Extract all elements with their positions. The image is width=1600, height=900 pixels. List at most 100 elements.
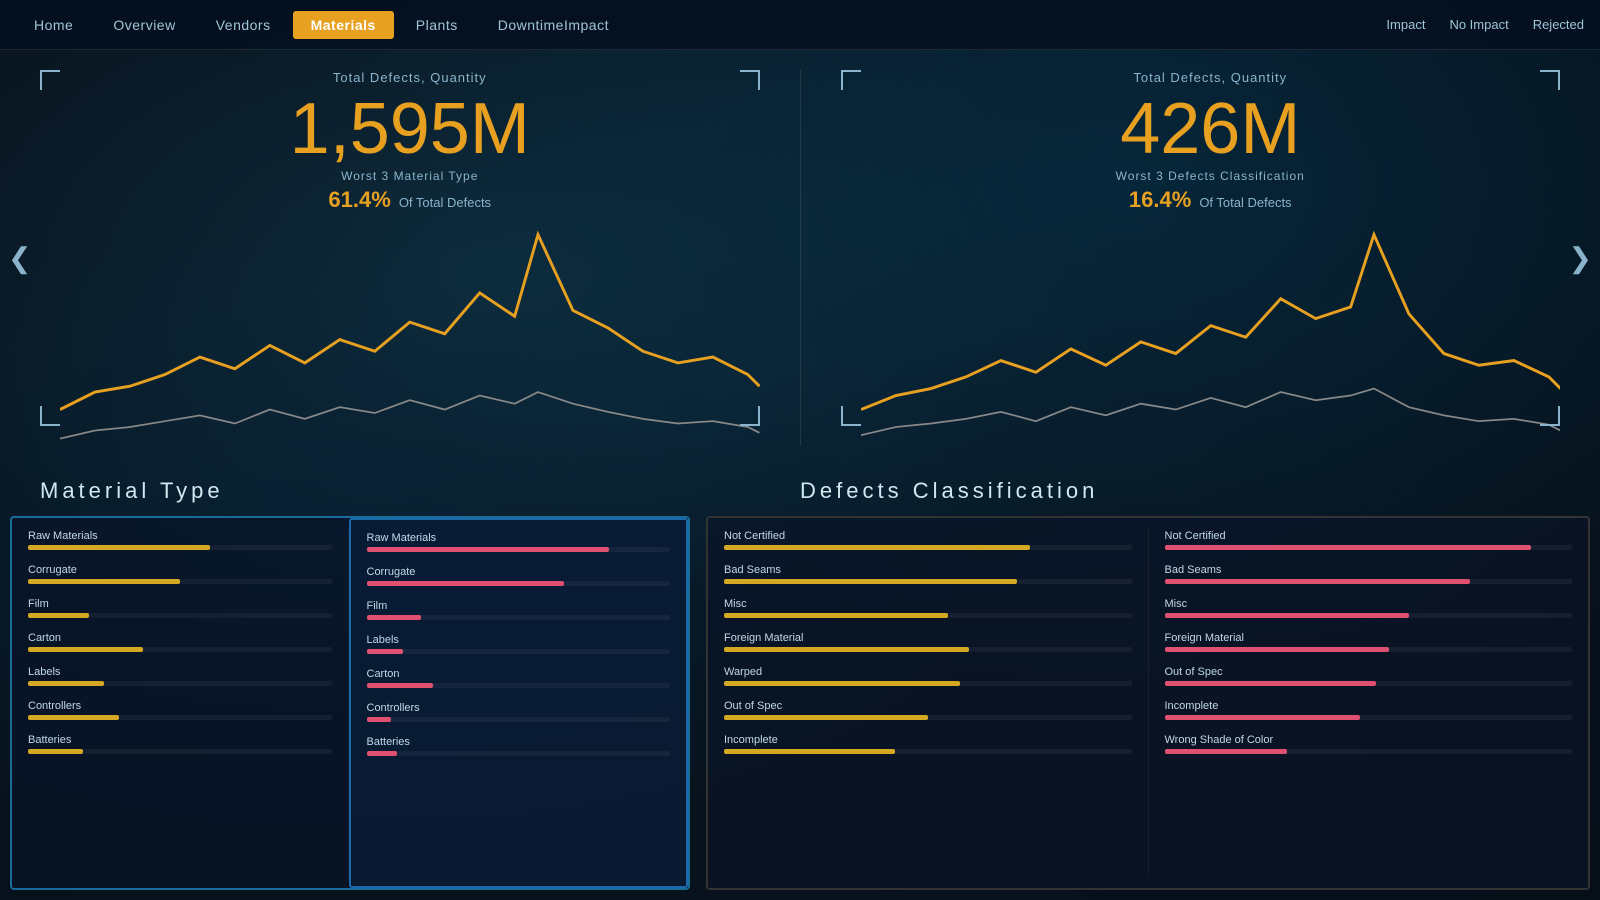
bar-track (28, 681, 332, 686)
nav-item-materials[interactable]: Materials (293, 11, 394, 39)
nav-item-vendors[interactable]: Vendors (198, 11, 289, 39)
bar-track (28, 579, 332, 584)
bar-fill (28, 749, 83, 754)
list-item: Labels (367, 634, 671, 654)
right-col2: Not Certified Bad Seams Misc Foreign Materi… (1149, 518, 1589, 888)
bar-label: Misc (1165, 598, 1573, 610)
bar-label: Corrugate (28, 564, 332, 576)
list-item: Film (28, 598, 332, 618)
prev-arrow[interactable]: ❮ (8, 242, 31, 275)
bar-fill (28, 579, 180, 584)
list-item: Corrugate (367, 566, 671, 586)
right-chart-title: Total Defects, Quantity (861, 70, 1561, 85)
bar-track (28, 749, 332, 754)
nav-item-home[interactable]: Home (16, 11, 91, 39)
bar-label: Wrong Shade of Color (1165, 734, 1573, 746)
bar-track (28, 613, 332, 618)
bar-fill (724, 681, 960, 686)
bar-track (367, 717, 671, 722)
bar-label: Foreign Material (1165, 632, 1573, 644)
filter-impact[interactable]: Impact (1386, 17, 1425, 32)
bar-track (367, 547, 671, 552)
right-sub-label: Worst 3 Defects Classification (861, 169, 1561, 183)
left-big-number: 1,595M (60, 93, 760, 165)
right-chart-svg (861, 223, 1561, 456)
list-item: Corrugate (28, 564, 332, 584)
bar-track (724, 749, 1132, 754)
left-col2[interactable]: Raw MaterialsCorrugateFilmLabelsCartonCo… (349, 518, 689, 888)
list-item: Bad Seams (1165, 564, 1573, 584)
bar-label: Misc (724, 598, 1132, 610)
list-item: Controllers (367, 702, 671, 722)
bar-fill (1165, 681, 1377, 686)
bar-fill (724, 579, 1017, 584)
bar-label: Warped (724, 666, 1132, 678)
right-chart-panel: Total Defects, Quantity 426M Worst 3 Def… (801, 50, 1600, 466)
bar-fill (1165, 749, 1287, 754)
bar-label: Out of Spec (724, 700, 1132, 712)
right-pct-value: 16.4% (1129, 187, 1191, 213)
bar-label: Incomplete (724, 734, 1132, 746)
bar-track (367, 751, 671, 756)
list-item: Carton (367, 668, 671, 688)
list-item: Incomplete (724, 734, 1132, 754)
bar-track (367, 683, 671, 688)
next-arrow[interactable]: ❯ (1569, 242, 1592, 275)
list-item: Not Certified (724, 530, 1132, 550)
list-item: Foreign Material (1165, 632, 1573, 652)
main-content: ❮ Total Defects, Quantity 1,595M Worst 3… (0, 50, 1600, 900)
bar-track (367, 581, 671, 586)
left-pct-value: 61.4% (328, 187, 390, 213)
list-item: Batteries (28, 734, 332, 754)
right-panel-box: Not Certified Bad Seams Misc Foreign Materi… (706, 516, 1590, 890)
bar-label: Raw Materials (367, 532, 671, 544)
bar-fill (724, 715, 928, 720)
bar-track (1165, 647, 1573, 652)
list-item: Batteries (367, 736, 671, 756)
bar-track (1165, 579, 1573, 584)
right-section-title: Defects Classification (800, 478, 1560, 504)
bar-track (28, 647, 332, 652)
topbar: HomeOverviewVendorsMaterialsPlantsDownti… (0, 0, 1600, 50)
charts-section: ❮ Total Defects, Quantity 1,595M Worst 3… (0, 50, 1600, 466)
list-item: Bad Seams (724, 564, 1132, 584)
list-item: Not Certified (1165, 530, 1573, 550)
nav-item-downtimeimpact[interactable]: DowntimeImpact (480, 11, 627, 39)
bar-fill (367, 615, 422, 620)
bar-fill (1165, 579, 1471, 584)
filter-no-impact[interactable]: No Impact (1449, 17, 1508, 32)
list-item: Out of Spec (1165, 666, 1573, 686)
right-pct-text: Of Total Defects (1199, 195, 1291, 210)
bar-fill (367, 751, 397, 756)
bar-track (1165, 749, 1573, 754)
nav-item-plants[interactable]: Plants (398, 11, 476, 39)
bar-track (724, 647, 1132, 652)
list-item: Out of Spec (724, 700, 1132, 720)
bar-fill (28, 613, 89, 618)
list-item: Misc (1165, 598, 1573, 618)
bar-label: Out of Spec (1165, 666, 1573, 678)
bar-fill (367, 717, 391, 722)
bar-fill (28, 647, 143, 652)
bar-label: Bad Seams (1165, 564, 1573, 576)
filter-rejected[interactable]: Rejected (1533, 17, 1584, 32)
bar-label: Batteries (367, 736, 671, 748)
list-item: Labels (28, 666, 332, 686)
bar-fill (724, 749, 895, 754)
bar-track (724, 613, 1132, 618)
left-panel-box: Raw Materials Corrugate Film Carton Labels Co… (10, 516, 690, 890)
list-item: Raw Materials (367, 532, 671, 552)
bar-fill (724, 647, 969, 652)
bar-label: Labels (367, 634, 671, 646)
list-item: Misc (724, 598, 1132, 618)
right-big-number: 426M (861, 93, 1561, 165)
bar-label: Batteries (28, 734, 332, 746)
bar-track (1165, 715, 1573, 720)
bar-fill (1165, 545, 1532, 550)
left-chart-panel: Total Defects, Quantity 1,595M Worst 3 M… (0, 50, 800, 466)
bar-label: Bad Seams (724, 564, 1132, 576)
nav-item-overview[interactable]: Overview (95, 11, 193, 39)
bar-fill (1165, 613, 1410, 618)
bar-label: Raw Materials (28, 530, 332, 542)
bar-track (28, 715, 332, 720)
